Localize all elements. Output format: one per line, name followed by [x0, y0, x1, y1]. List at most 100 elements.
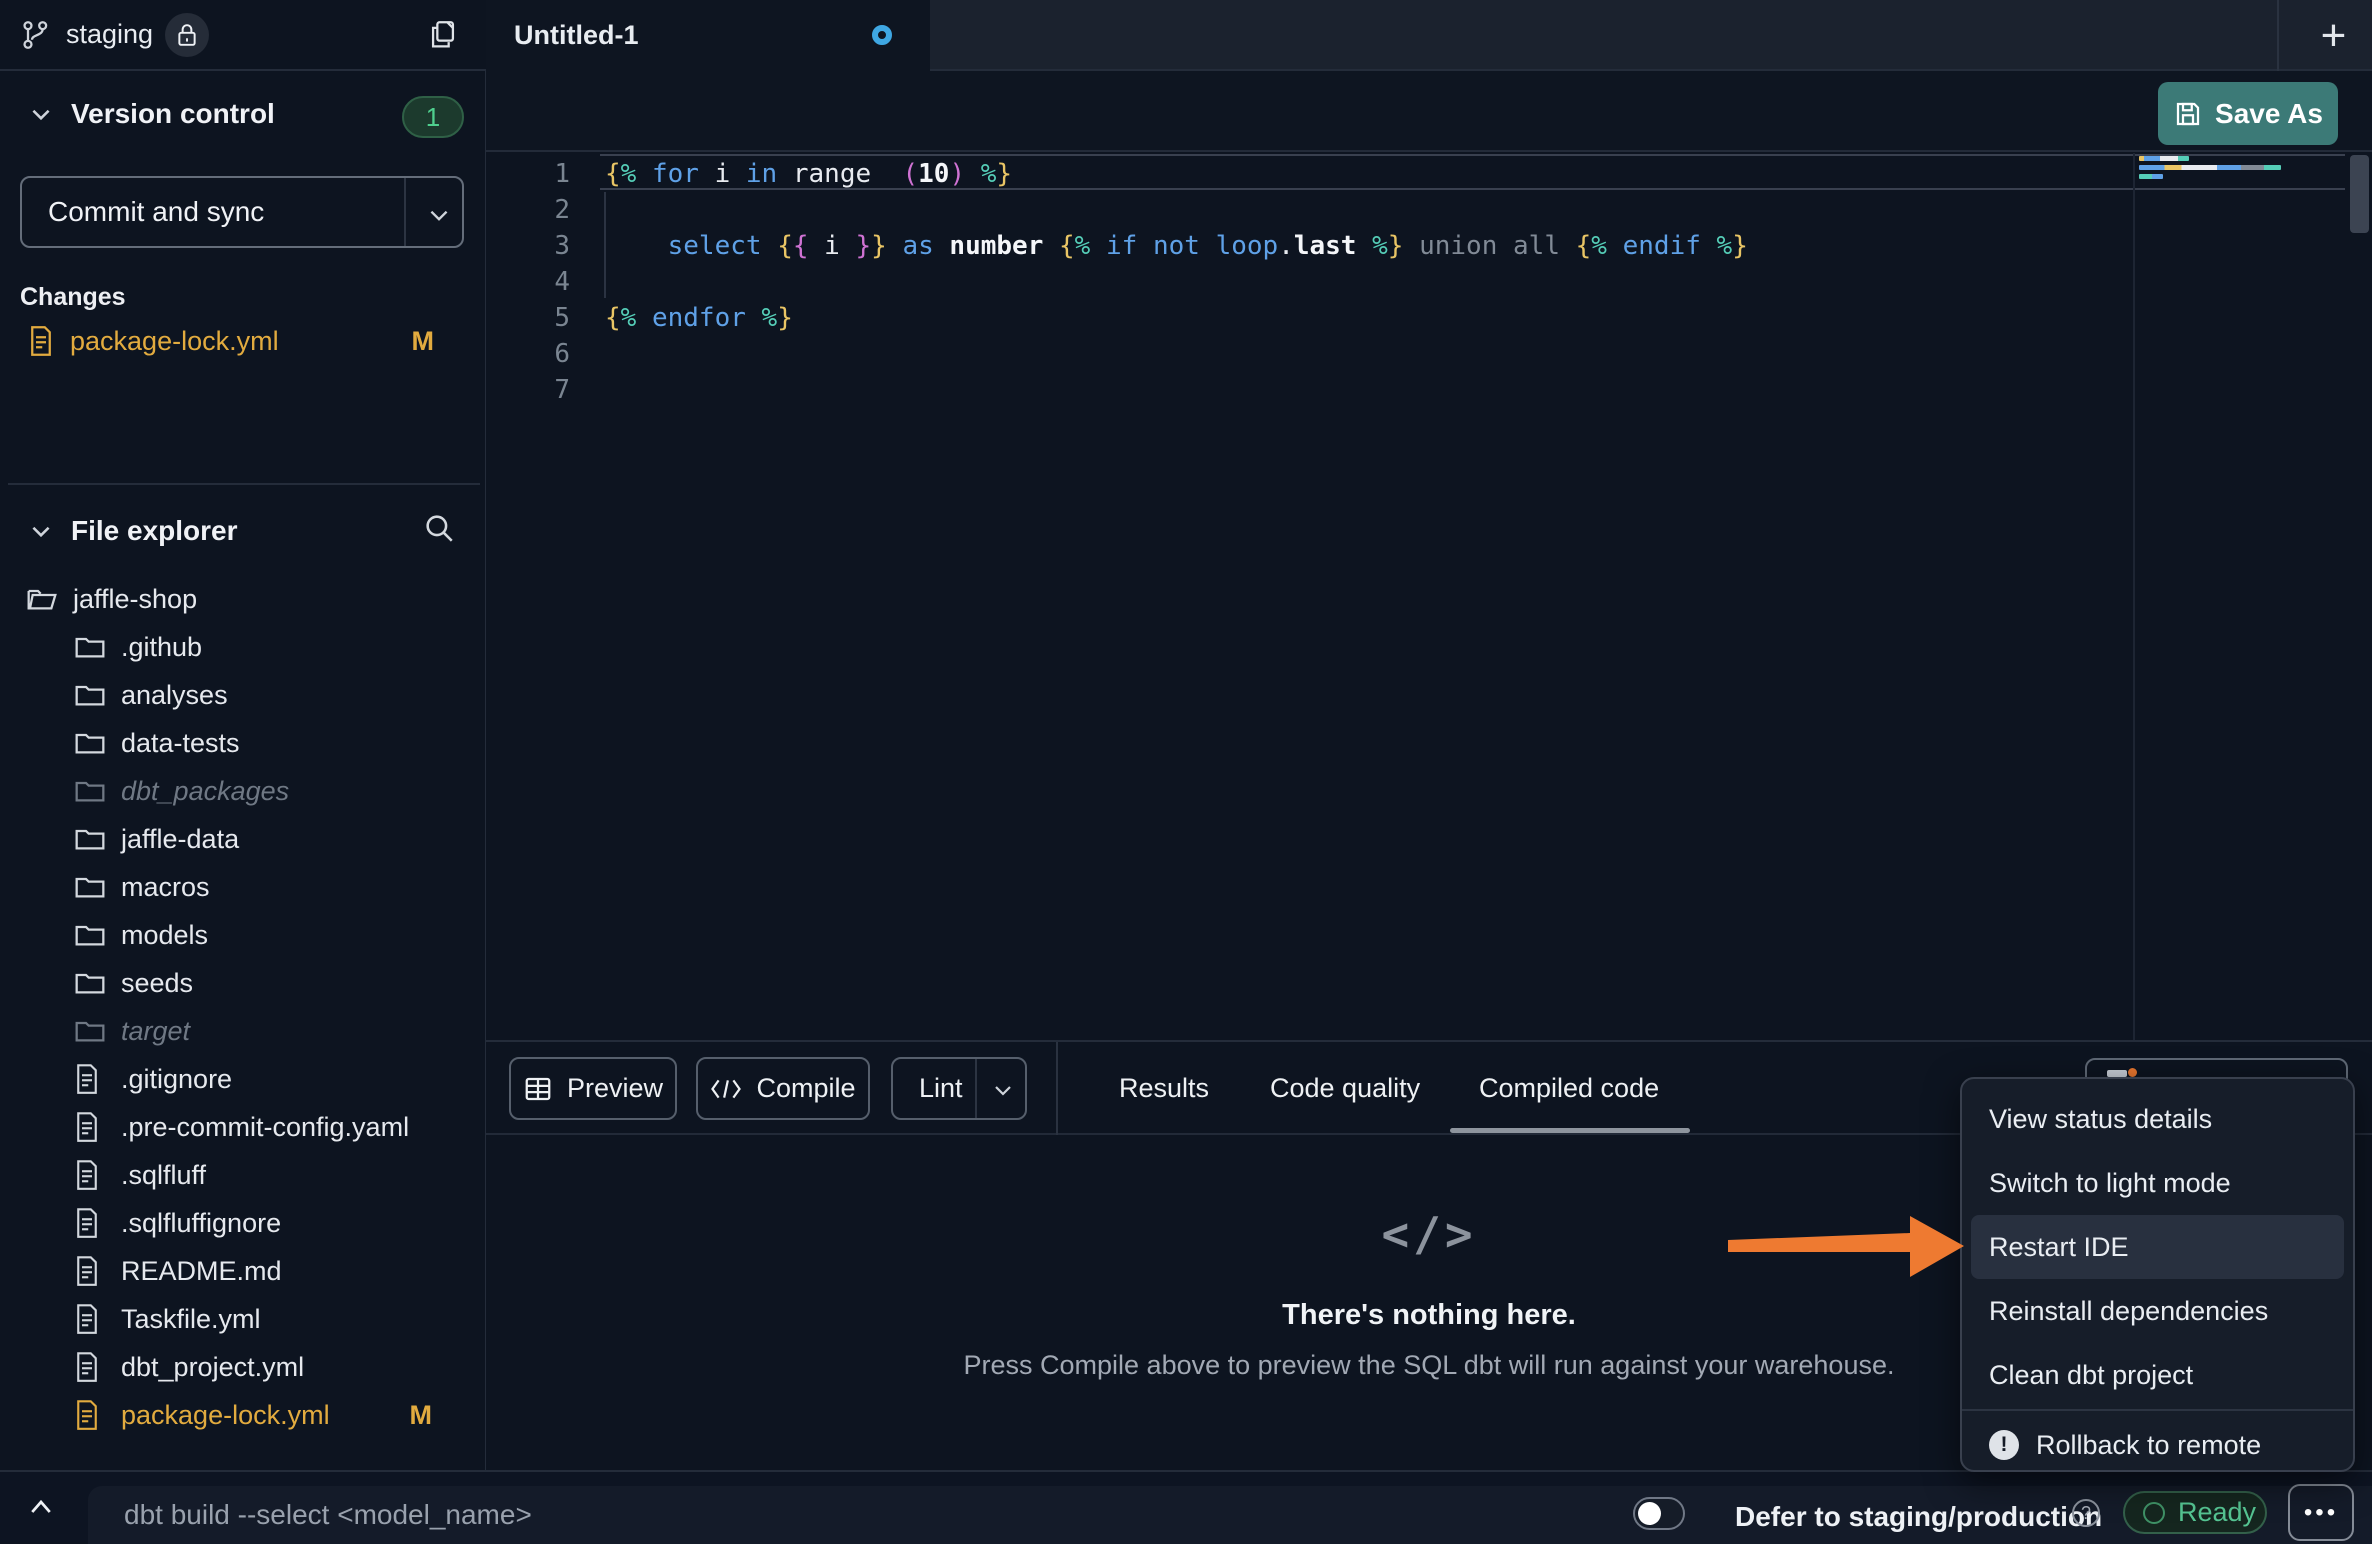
- line-number: 1: [486, 156, 570, 192]
- active-tab-indicator: [1450, 1128, 1690, 1133]
- alert-icon: !: [1989, 1430, 2019, 1460]
- menu-item-view-status-details[interactable]: View status details: [1962, 1087, 2353, 1151]
- folder-item-analyses[interactable]: analyses: [0, 671, 484, 719]
- lint-button[interactable]: Lint: [891, 1057, 1027, 1120]
- tab-compiled-code[interactable]: Compiled code: [1479, 1042, 1659, 1135]
- menu-item-reinstall-dependencies[interactable]: Reinstall dependencies: [1962, 1279, 2353, 1343]
- folder-item-jaffle-data[interactable]: jaffle-data: [0, 815, 484, 863]
- tab-untitled-1[interactable]: Untitled-1: [486, 0, 930, 71]
- file-item-.gitignore[interactable]: .gitignore: [0, 1055, 484, 1103]
- file-label: .sqlfluff: [121, 1160, 206, 1191]
- file-icon: [74, 1400, 106, 1430]
- code-text: {% endfor %}: [605, 300, 793, 336]
- compile-button[interactable]: Compile: [696, 1057, 870, 1120]
- file-label: models: [121, 920, 208, 951]
- menu-item-rollback-to-remote[interactable]: ! Rollback to remote: [1962, 1413, 2353, 1477]
- folder-item-target[interactable]: target: [0, 1007, 484, 1055]
- folder-icon: [74, 873, 106, 901]
- file-explorer-header[interactable]: File explorer: [0, 503, 486, 559]
- unsaved-indicator-dot: [872, 25, 892, 45]
- menu-divider: [1962, 1409, 2353, 1411]
- minimap[interactable]: [2133, 153, 2345, 1041]
- annotation-arrow: [1690, 1190, 1980, 1300]
- version-control-header[interactable]: Version control: [28, 98, 275, 130]
- folder-open-icon: [26, 585, 58, 613]
- modified-badge: M: [410, 1400, 433, 1431]
- chevron-down-icon: [28, 518, 54, 544]
- folder-item-.github[interactable]: .github: [0, 623, 484, 671]
- code-line-4[interactable]: 4: [486, 264, 2132, 300]
- defer-toggle[interactable]: [1633, 1497, 1685, 1530]
- file-item-dbt_project.yml[interactable]: dbt_project.yml: [0, 1343, 484, 1391]
- file-explorer-title: File explorer: [71, 515, 238, 547]
- file-label: .pre-commit-config.yaml: [121, 1112, 409, 1143]
- commit-and-sync-button[interactable]: Commit and sync: [20, 176, 464, 248]
- file-icon: [74, 1352, 106, 1382]
- file-item-.pre-commit-config.yaml[interactable]: .pre-commit-config.yaml: [0, 1103, 484, 1151]
- line-number: 3: [486, 228, 570, 264]
- folder-item-data-tests[interactable]: data-tests: [0, 719, 484, 767]
- status-icon: [2107, 1070, 2127, 1077]
- file-icon: [74, 1064, 106, 1094]
- more-options-button[interactable]: •••: [2288, 1484, 2354, 1541]
- code-line-6[interactable]: 6: [486, 336, 2132, 372]
- file-item-.sqlfluffignore[interactable]: .sqlfluffignore: [0, 1199, 484, 1247]
- chevron-up-icon[interactable]: [26, 1494, 56, 1520]
- file-label: dbt_packages: [121, 776, 289, 807]
- scrollbar-thumb[interactable]: [2350, 155, 2369, 233]
- folder-icon: [74, 825, 106, 853]
- file-label: target: [121, 1016, 190, 1047]
- table-icon: [523, 1074, 553, 1104]
- save-as-button[interactable]: Save As: [2158, 82, 2338, 145]
- file-icon: [74, 1160, 106, 1190]
- tab-results[interactable]: Results: [1119, 1042, 1209, 1135]
- code-line-7[interactable]: 7: [486, 372, 2132, 408]
- code-line-5[interactable]: 5{% endfor %}: [486, 300, 2132, 336]
- file-label: jaffle-shop: [73, 584, 197, 615]
- editor-toolbar: Save As: [486, 71, 2372, 152]
- file-label: dbt_project.yml: [121, 1352, 304, 1383]
- folder-item-seeds[interactable]: seeds: [0, 959, 484, 1007]
- command-bar: dbt build --select <model_name> Defer to…: [0, 1470, 2372, 1542]
- line-number: 2: [486, 192, 570, 228]
- folder-item-dbt_packages[interactable]: dbt_packages: [0, 767, 484, 815]
- file-label: analyses: [121, 680, 228, 711]
- file-icon: [74, 1112, 106, 1142]
- menu-item-label: View status details: [1989, 1104, 2212, 1135]
- folder-item-macros[interactable]: macros: [0, 863, 484, 911]
- code-line-1[interactable]: 1{% for i in range (10) %}: [486, 156, 2132, 192]
- file-item-package-lock.yml[interactable]: package-lock.ymlM: [0, 1391, 484, 1439]
- folder-item-jaffle-shop[interactable]: jaffle-shop: [0, 575, 484, 623]
- code-icon: [710, 1076, 742, 1102]
- file-item-README.md[interactable]: README.md: [0, 1247, 484, 1295]
- code-line-2[interactable]: 2: [486, 192, 2132, 228]
- version-control-title: Version control: [71, 98, 275, 130]
- help-icon[interactable]: ?: [2072, 1499, 2100, 1527]
- menu-item-switch-to-light-mode[interactable]: Switch to light mode: [1962, 1151, 2353, 1215]
- chevron-down-icon[interactable]: [426, 203, 452, 229]
- code-editor[interactable]: 1{% for i in range (10) %}23 select {{ i…: [486, 152, 2372, 1040]
- file-item-.sqlfluff[interactable]: .sqlfluff: [0, 1151, 484, 1199]
- notification-dot: [2128, 1068, 2137, 1077]
- changed-file-row[interactable]: package-lock.yml M: [0, 317, 486, 365]
- search-icon[interactable]: [422, 511, 456, 545]
- menu-item-label: Rollback to remote: [2036, 1430, 2261, 1461]
- folder-item-models[interactable]: models: [0, 911, 484, 959]
- editor-scrollbar[interactable]: [2347, 153, 2372, 1041]
- copy-icon[interactable]: [426, 18, 460, 52]
- file-item-Taskfile.yml[interactable]: Taskfile.yml: [0, 1295, 484, 1343]
- menu-item-clean-dbt-project[interactable]: Clean dbt project: [1962, 1343, 2353, 1407]
- new-tab-button[interactable]: +: [2286, 0, 2372, 71]
- preview-button[interactable]: Preview: [509, 1057, 677, 1120]
- status-ready-pill[interactable]: Ready: [2123, 1491, 2267, 1534]
- line-number: 7: [486, 372, 570, 408]
- tab-code-quality[interactable]: Code quality: [1270, 1042, 1420, 1135]
- modified-badge: M: [412, 326, 435, 357]
- code-line-3[interactable]: 3 select {{ i }} as number {% if not loo…: [486, 228, 2132, 264]
- file-icon: [74, 1304, 106, 1334]
- branch-name[interactable]: staging: [66, 19, 153, 50]
- menu-item-restart-ide[interactable]: Restart IDE: [1971, 1215, 2344, 1279]
- chevron-down-icon[interactable]: [991, 1079, 1015, 1103]
- git-branch-icon: [20, 19, 52, 51]
- file-label: macros: [121, 872, 210, 903]
